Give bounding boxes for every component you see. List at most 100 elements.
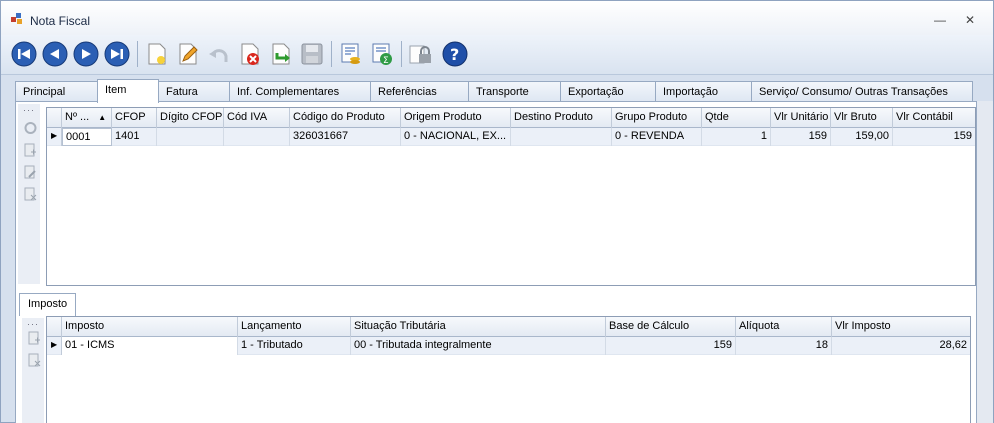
svg-text:Σ: Σ <box>383 56 389 66</box>
help-icon: ? <box>442 41 468 67</box>
column-header-cfop[interactable]: CFOP <box>112 108 157 128</box>
table-row[interactable]: ▶ 0001 1401 326031667 0 - NACIONAL, EX..… <box>47 128 975 146</box>
cell-lancamento[interactable]: 1 - Tributado <box>238 337 351 355</box>
column-header-codigo-produto[interactable]: Código do Produto <box>290 108 401 128</box>
column-header-lancamento[interactable]: Lançamento <box>238 317 351 337</box>
coins-document-icon <box>341 43 360 64</box>
tab-transporte[interactable]: Transporte <box>468 81 561 102</box>
tax-side-toolbar: ··· <box>22 318 44 423</box>
items-grid: Nº ... ▲ CFOP Dígito CFOP Cód IVA Código… <box>46 107 976 286</box>
sort-ascending-icon: ▲ <box>98 113 107 122</box>
column-header-indicator <box>47 317 62 337</box>
nota-fiscal-window: Nota Fiscal — ✕ Σ ? Principal Item Fatur… <box>0 0 994 423</box>
cell-codigo-produto[interactable]: 326031667 <box>290 128 401 146</box>
new-button[interactable] <box>144 41 170 67</box>
column-header-destino-produto[interactable]: Destino Produto <box>511 108 612 128</box>
svg-text:?: ? <box>450 45 459 64</box>
cell-vlr-bruto[interactable]: 159,00 <box>831 128 893 146</box>
column-header-grupo-produto[interactable]: Grupo Produto <box>612 108 702 128</box>
cell-vlr-imposto[interactable]: 28,62 <box>832 337 970 355</box>
arrow-left-icon <box>42 41 68 67</box>
cell-qtde[interactable]: 1 <box>702 128 771 146</box>
column-header-base-calculo[interactable]: Base de Cálculo <box>606 317 736 337</box>
delete-icon <box>241 43 259 65</box>
main-tabs: Principal Item Fatura Inf. Complementare… <box>15 79 975 103</box>
tab-item[interactable]: Item <box>97 79 159 103</box>
column-header-imposto[interactable]: Imposto <box>62 317 238 337</box>
column-header-vlr-unitario[interactable]: Vlr Unitário <box>771 108 831 128</box>
cell-vlr-unitario[interactable]: 159 <box>771 128 831 146</box>
skip-back-icon <box>11 41 37 67</box>
cell-origem-produto[interactable]: 0 - NACIONAL, EX... <box>401 128 511 146</box>
minimize-button[interactable]: — <box>931 11 949 29</box>
cell-digito-cfop[interactable] <box>157 128 224 146</box>
floppy-disk-icon <box>301 43 323 65</box>
tab-imposto[interactable]: Imposto <box>19 293 77 316</box>
column-header-vlr-imposto[interactable]: Vlr Imposto <box>832 317 970 337</box>
column-header-origem-produto[interactable]: Origem Produto <box>401 108 511 128</box>
toolbar-separator <box>331 41 332 67</box>
cell-base-calculo[interactable]: 159 <box>606 337 736 355</box>
cell-cfop[interactable]: 1401 <box>112 128 157 146</box>
delete-button[interactable] <box>237 41 263 67</box>
column-header-indicator <box>47 108 62 128</box>
next-record-button[interactable] <box>73 41 99 67</box>
column-header-cod-iva[interactable]: Cód IVA <box>224 108 290 128</box>
save-button[interactable] <box>299 41 325 67</box>
first-record-button[interactable] <box>11 41 37 67</box>
refresh-icon[interactable] <box>24 121 37 135</box>
tab-exportacao[interactable]: Exportação <box>560 81 656 102</box>
tab-principal[interactable]: Principal <box>15 81 98 102</box>
close-button[interactable]: ✕ <box>961 11 979 29</box>
lock-button[interactable] <box>407 41 433 67</box>
import-button[interactable] <box>268 41 294 67</box>
calculate-button[interactable]: Σ <box>369 41 395 67</box>
previous-record-button[interactable] <box>42 41 68 67</box>
add-row-icon[interactable] <box>28 331 41 345</box>
add-row-icon[interactable] <box>24 143 37 157</box>
column-header-situacao-tributaria[interactable]: Situação Tributária <box>351 317 606 337</box>
cell-destino-produto[interactable] <box>511 128 612 146</box>
new-document-icon <box>148 43 166 65</box>
tab-referencias[interactable]: Referências <box>370 81 469 102</box>
items-grid-header: Nº ... ▲ CFOP Dígito CFOP Cód IVA Código… <box>47 108 975 128</box>
column-header-qtde[interactable]: Qtde <box>702 108 771 128</box>
column-header-aliquota[interactable]: Alíquota <box>736 317 832 337</box>
delete-row-icon[interactable] <box>28 353 41 367</box>
edit-button[interactable] <box>175 41 201 67</box>
sum-document-icon: Σ <box>372 43 392 66</box>
tab-importacao[interactable]: Importação <box>655 81 752 102</box>
tab-inf-complementares[interactable]: Inf. Complementares <box>229 81 371 102</box>
cell-grupo-produto[interactable]: 0 - REVENDA <box>612 128 702 146</box>
cell-aliquota[interactable]: 18 <box>736 337 832 355</box>
tax-grid: Imposto Lançamento Situação Tributária B… <box>46 316 971 423</box>
tax-grid-header: Imposto Lançamento Situação Tributária B… <box>47 317 970 337</box>
delete-row-icon[interactable] <box>24 187 37 201</box>
pencil-icon <box>179 43 198 65</box>
cell-situacao-tributaria[interactable]: 00 - Tributada integralmente <box>351 337 606 355</box>
window-title: Nota Fiscal <box>30 14 91 28</box>
import-icon <box>272 43 290 65</box>
undo-icon <box>209 49 228 62</box>
toolbar-separator <box>137 41 138 67</box>
cell-imposto[interactable]: 01 - ICMS <box>62 337 238 355</box>
title-bar: Nota Fiscal — ✕ <box>1 1 993 35</box>
cell-vlr-contabil[interactable]: 159 <box>893 128 975 146</box>
column-header-vlr-contabil[interactable]: Vlr Contábil <box>893 108 975 128</box>
column-header-numero[interactable]: Nº ... ▲ <box>62 108 112 128</box>
table-row[interactable]: ▶ 01 - ICMS 1 - Tributado 00 - Tributada… <box>47 337 970 355</box>
undo-button[interactable] <box>206 41 232 67</box>
help-button[interactable]: ? <box>442 41 468 67</box>
tab-fatura[interactable]: Fatura <box>158 81 230 102</box>
edit-row-icon[interactable] <box>24 165 37 179</box>
finance-button[interactable] <box>338 41 364 67</box>
row-indicator-icon: ▶ <box>47 128 62 146</box>
cell-numero[interactable]: 0001 <box>62 128 112 146</box>
tab-servico-consumo[interactable]: Serviço/ Consumo/ Outras Transações <box>751 81 973 102</box>
arrow-right-icon <box>73 41 99 67</box>
column-header-digito-cfop[interactable]: Dígito CFOP <box>157 108 224 128</box>
vertical-scrollbar[interactable] <box>977 101 993 423</box>
cell-cod-iva[interactable] <box>224 128 290 146</box>
column-header-vlr-bruto[interactable]: Vlr Bruto <box>831 108 893 128</box>
last-record-button[interactable] <box>104 41 130 67</box>
